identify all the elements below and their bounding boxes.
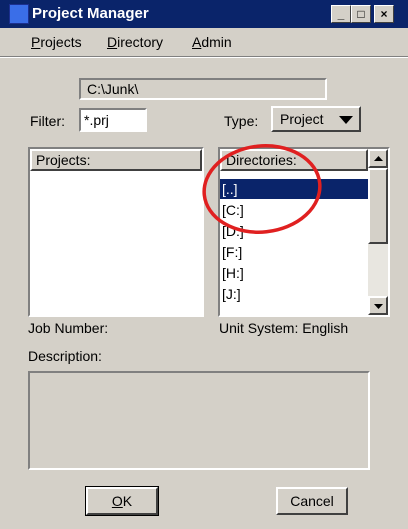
scroll-up-button[interactable] — [368, 149, 388, 168]
window-title: Project Manager — [32, 5, 149, 22]
filter-input[interactable]: *.prj — [79, 108, 147, 132]
scroll-thumb[interactable] — [368, 168, 388, 244]
ok-button[interactable]: OK — [85, 486, 159, 516]
projects-header: Projects: — [30, 149, 202, 171]
close-button[interactable]: × — [374, 5, 394, 23]
projects-list[interactable]: Projects: — [28, 147, 204, 317]
description-label: Description: — [28, 348, 102, 364]
arrow-down-icon — [374, 304, 383, 309]
scroll-down-button[interactable] — [368, 296, 388, 315]
close-icon: × — [380, 7, 388, 21]
menu-bar: Projects Directory Admin — [0, 30, 408, 54]
path-field: C:\Junk\ — [79, 78, 327, 100]
arrow-up-icon — [374, 156, 383, 161]
minimize-icon: _ — [337, 7, 345, 21]
type-label: Type: — [224, 113, 259, 129]
directory-item[interactable]: [J:] — [220, 284, 368, 304]
menu-projects[interactable]: Projects — [31, 34, 82, 50]
unit-system-label: Unit System: English — [219, 320, 349, 336]
maximize-icon: □ — [357, 7, 365, 21]
menu-admin[interactable]: Admin — [192, 34, 232, 50]
description-box — [28, 371, 370, 470]
job-number-label: Job Number: — [28, 320, 109, 336]
app-icon — [9, 4, 29, 24]
title-bar[interactable]: Project Manager _ □ × — [0, 0, 408, 28]
dropdown-arrow-icon — [339, 116, 353, 124]
type-selected: Project — [280, 111, 324, 127]
directory-item[interactable]: [F:] — [220, 242, 368, 262]
filter-label: Filter: — [30, 113, 65, 129]
minimize-button[interactable]: _ — [331, 5, 351, 23]
maximize-button[interactable]: □ — [351, 5, 371, 23]
annotation-circle — [202, 144, 322, 234]
directory-item[interactable]: [H:] — [220, 263, 368, 283]
path-value: C:\Junk\ — [87, 81, 139, 97]
directories-scrollbar[interactable] — [368, 149, 388, 315]
type-dropdown[interactable]: Project — [271, 106, 361, 132]
filter-value: *.prj — [84, 112, 109, 128]
cancel-button[interactable]: Cancel — [276, 487, 348, 515]
menu-directory[interactable]: Directory — [107, 34, 163, 50]
